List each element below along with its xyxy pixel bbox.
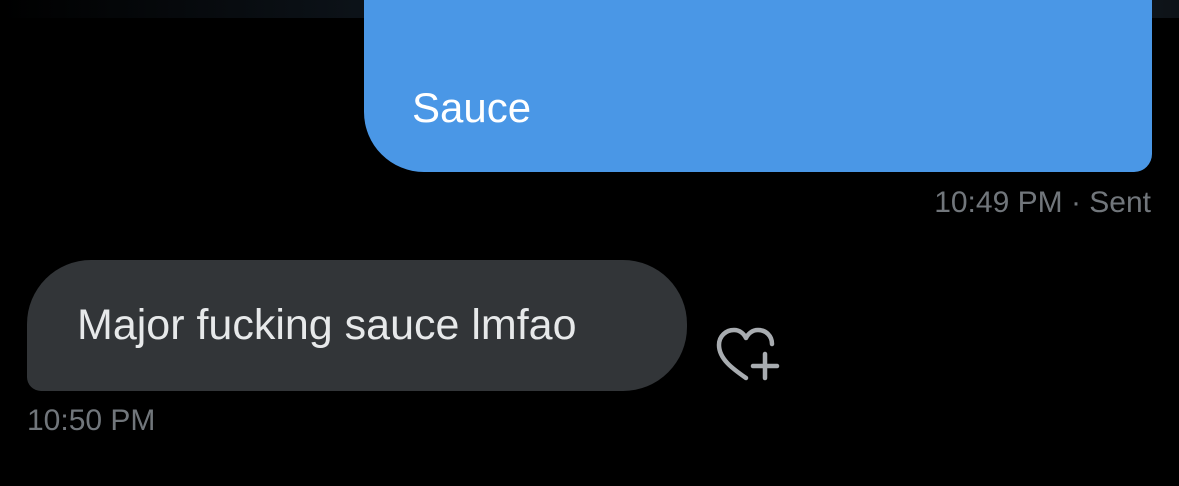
sent-message-time: 10:49 PM — [934, 186, 1063, 219]
sent-message-status: Sent — [1089, 186, 1151, 219]
received-message-text: Major fucking sauce lmfao — [77, 301, 577, 349]
received-message-bubble[interactable]: Major fucking sauce lmfao — [27, 260, 687, 391]
sent-message-bubble[interactable]: Sauce — [364, 0, 1152, 172]
sent-message-meta: 10:49 PM · Sent — [934, 184, 1151, 222]
sent-message-text: Sauce — [412, 84, 532, 131]
dm-conversation: Sauce 10:49 PM · Sent Major fucking sauc… — [0, 0, 1179, 486]
meta-separator: · — [1062, 186, 1090, 219]
received-message-time: 10:50 PM — [27, 404, 156, 437]
heart-plus-icon[interactable] — [715, 326, 781, 384]
